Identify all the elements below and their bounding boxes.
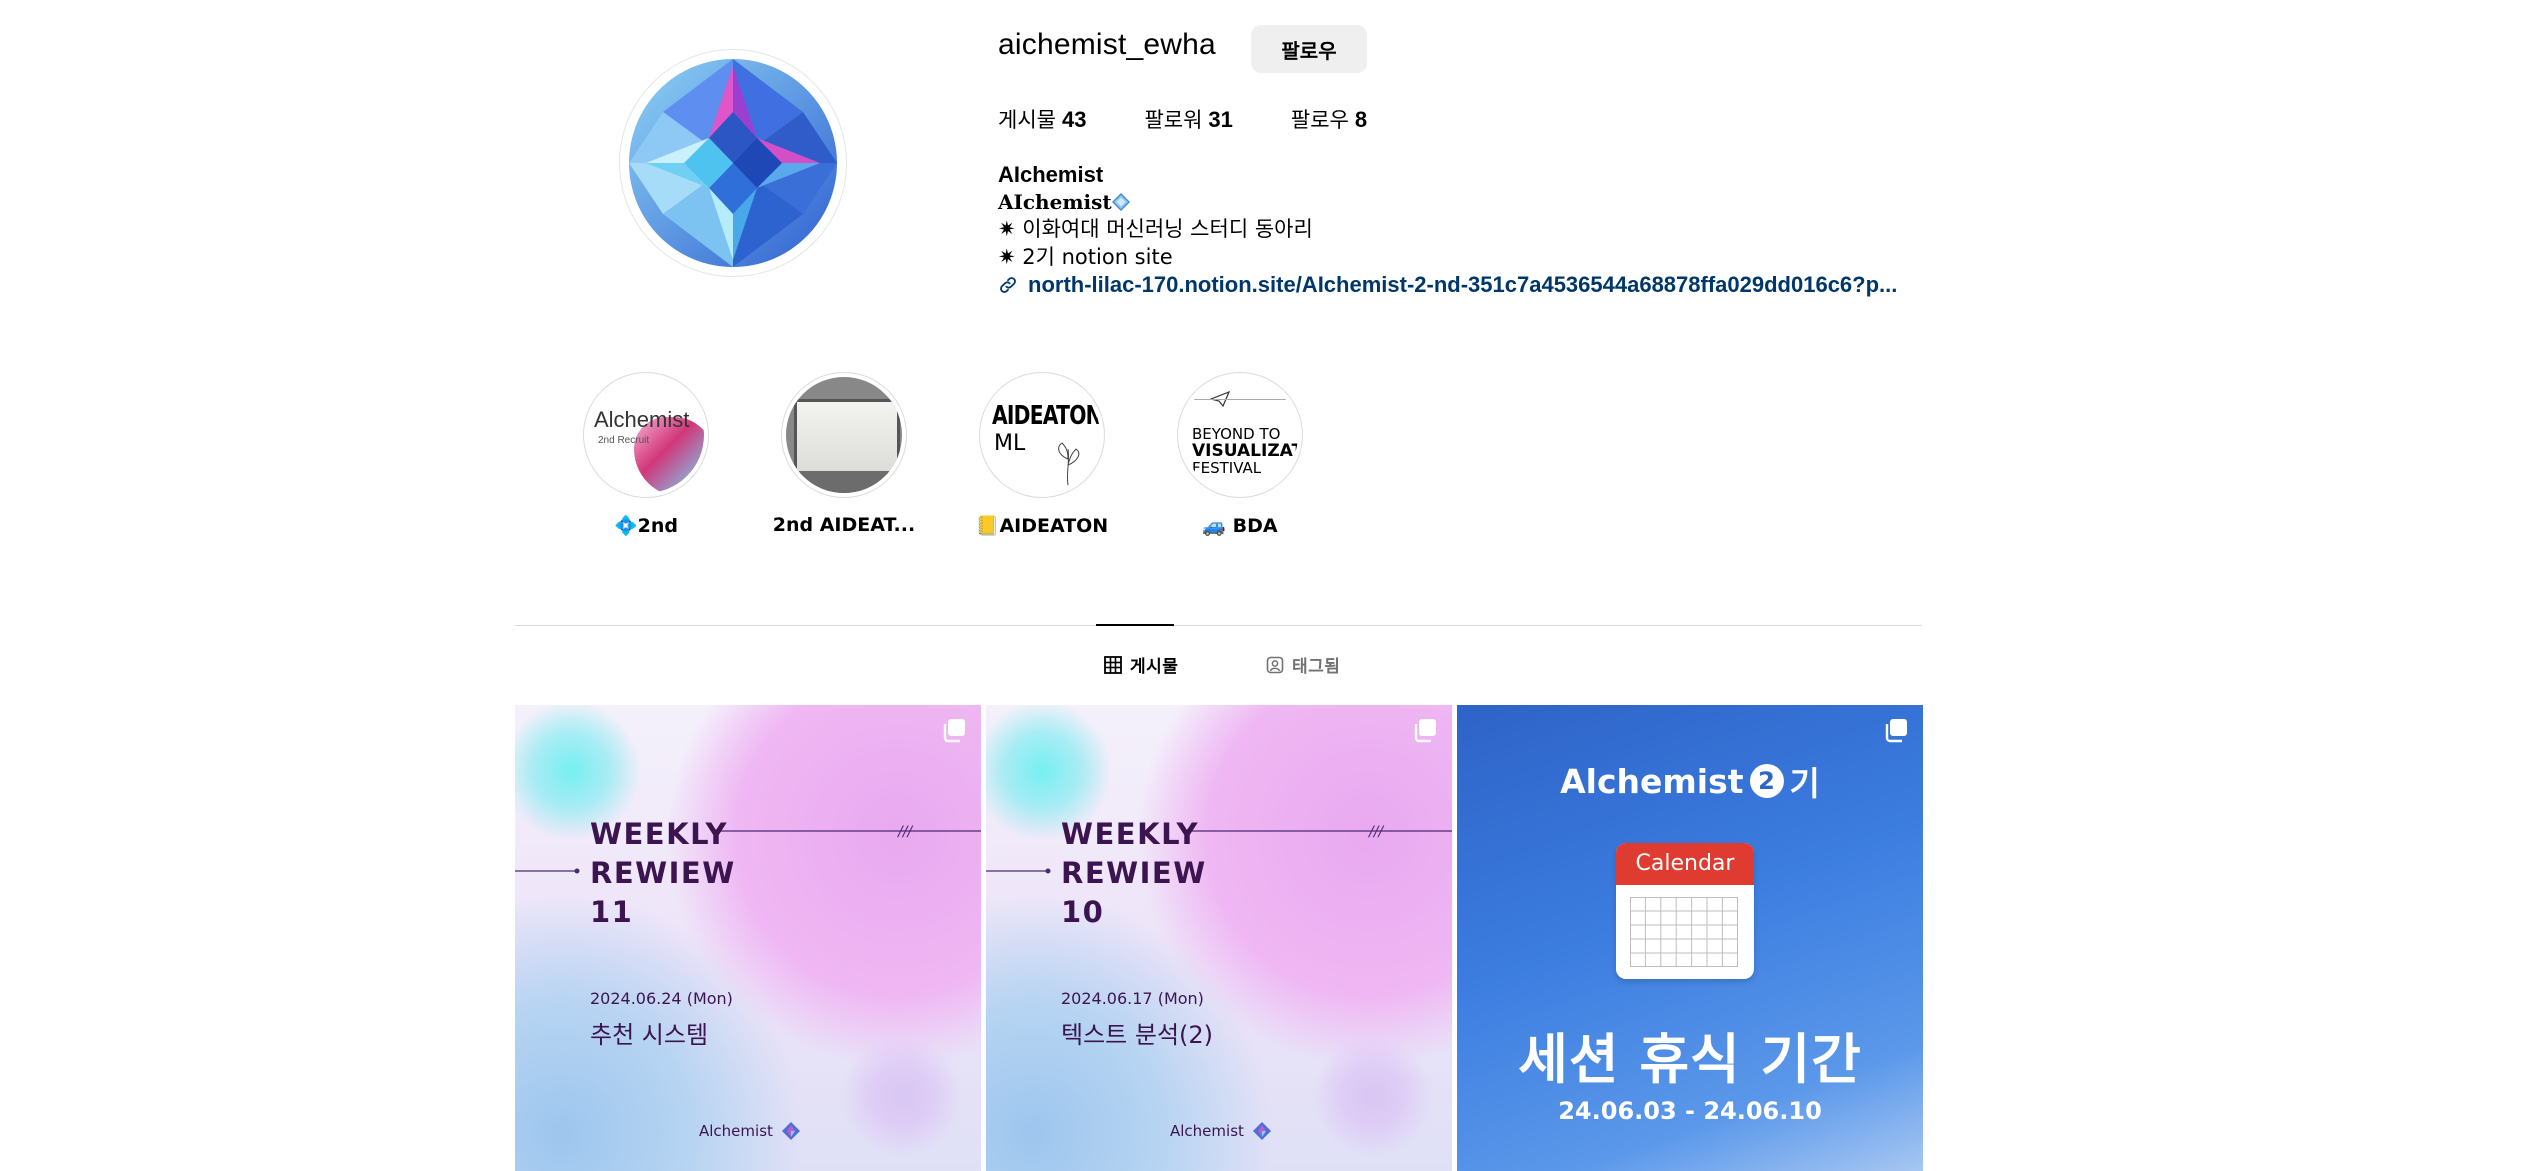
bio-styled-name-row: AIchemist: [998, 189, 1897, 217]
stat-label: 팔로우: [1290, 108, 1349, 132]
stat-value: 8: [1354, 107, 1368, 132]
stat-followers[interactable]: 팔로워 31: [1144, 104, 1232, 134]
highlight-label: 💠2nd: [613, 515, 678, 537]
post-weekly-review-10[interactable]: /// WEEKLY REWIEW 10 2024.06.17 (Mon) 텍스…: [986, 705, 1452, 1171]
follow-button[interactable]: 팔로우: [1251, 25, 1367, 73]
highlight-label: 🚙 BDA: [1202, 515, 1278, 537]
post-title-line: 11: [590, 895, 634, 929]
multiple-images-icon: [1885, 719, 1907, 743]
highlight-2nd-aideaton[interactable]: 2nd AIDEAT...: [764, 372, 924, 536]
stat-following[interactable]: 팔로우 8: [1291, 104, 1367, 134]
highlight-cover-text: Alchemist: [594, 407, 690, 432]
multiple-images-icon: [943, 719, 965, 743]
highlight-aideaton[interactable]: AIDEATON ML 📒AIDEATON: [962, 372, 1122, 537]
link-icon: [1000, 276, 1016, 293]
stat-label: 게시물: [998, 108, 1056, 132]
highlight-art-floor: [786, 471, 902, 493]
tab-label: 게시물: [1130, 657, 1179, 677]
stat-label: 팔로워: [1144, 108, 1203, 132]
highlight-cover: Alchemist 2nd Recruit: [583, 372, 709, 498]
flower-icon: [1058, 442, 1080, 486]
highlight-cover-text-3: FESTIVAL: [1192, 459, 1262, 477]
highlight-cover-text-2: VISUALIZATI: [1192, 441, 1298, 461]
highlight-rule: [1182, 399, 1298, 400]
bio-link[interactable]: north-lilac-170.notion.site/AIchemist-2-…: [998, 271, 1897, 299]
bio-name: AIchemist: [998, 162, 1104, 187]
profile-stats: 게시물 43 팔로워 31 팔로우 8: [998, 104, 1425, 134]
bio-line-2: ✷ 2기 notion site: [998, 244, 1173, 269]
highlight-cover: AIDEATON ML: [979, 372, 1105, 498]
highlight-cover-subtext: ML: [994, 431, 1026, 456]
tagged-icon: [1266, 656, 1284, 673]
post-decor-lines: ///: [515, 824, 981, 874]
post-session-break[interactable]: Alchemist 2 기 Calendar 세션 휴식 기간 24.06.03…: [1457, 705, 1923, 1171]
post-weekly-review-11[interactable]: /// WEEKLY REWIEW 11 2024.06.24 (Mon) 추천…: [515, 705, 981, 1171]
stat-value: 31: [1208, 107, 1233, 132]
highlight-2nd[interactable]: Alchemist 2nd Recruit 💠2nd: [566, 372, 726, 537]
highlight-label: 📒AIDEATON: [975, 515, 1109, 537]
post-date: 24.06.03 - 24.06.10: [1558, 1097, 1822, 1125]
highlight-cover: BEYOND TO VISUALIZATI FESTIVAL: [1177, 372, 1303, 498]
aichemist-logo-icon: [623, 53, 843, 273]
profile-bio: AIchemist AIchemist ✷ 이화여대 머신러닝 스터디 동아리 …: [998, 161, 1897, 299]
highlight-bda[interactable]: BEYOND TO VISUALIZATI FESTIVAL 🚙 BDA: [1160, 372, 1320, 537]
diamond-icon: [1111, 192, 1130, 211]
profile-username: aichemist_ewha: [998, 28, 1216, 61]
active-tab-indicator: [1096, 624, 1174, 626]
post-date: 2024.06.24 (Mon): [590, 989, 733, 1008]
aichemist-small-logo-icon: [781, 1122, 800, 1140]
svg-text:///: ///: [896, 824, 913, 840]
post-title: WEEKLY REWIEW 10: [1061, 815, 1207, 932]
highlight-cover-subtext: 2nd Recruit: [598, 435, 650, 446]
post-brand: Alchemist: [699, 1121, 801, 1141]
post-header-text: Alchemist: [1560, 761, 1744, 801]
post-brand-text: Alchemist: [699, 1122, 773, 1140]
bio-line-1: ✷ 이화여대 머신러닝 스터디 동아리: [998, 217, 1313, 241]
highlight-cover: [781, 372, 907, 498]
post-title: 세션 휴식 기간: [1518, 1028, 1862, 1091]
calendar-grid: [1630, 897, 1738, 967]
post-date: 2024.06.17 (Mon): [1061, 989, 1204, 1008]
post-brand-text: Alchemist: [1170, 1122, 1244, 1140]
tab-label: 태그됨: [1292, 657, 1341, 677]
bio-styled-name: AIchemist: [998, 189, 1112, 214]
highlight-art: [794, 399, 900, 475]
multiple-images-icon: [1414, 719, 1436, 743]
profile-avatar[interactable]: [619, 49, 847, 277]
post-title-line: 10: [1061, 895, 1105, 929]
post-title-line: WEEKLY: [1061, 817, 1200, 851]
post-title-line: REWIEW: [1061, 856, 1207, 890]
post-header: Alchemist 2 기: [1457, 757, 1923, 805]
calendar-icon: Calendar: [1616, 843, 1754, 979]
post-brand: Alchemist: [1170, 1121, 1272, 1141]
post-title-line: WEEKLY: [590, 817, 729, 851]
tab-tagged[interactable]: 태그됨: [1266, 652, 1340, 677]
aichemist-small-logo-icon: [1252, 1122, 1271, 1140]
post-subtitle: 텍스트 분석(2): [1061, 1021, 1214, 1049]
svg-text:///: ///: [1367, 824, 1384, 840]
stat-posts[interactable]: 게시물 43: [998, 104, 1086, 134]
post-title-line: REWIEW: [590, 856, 736, 890]
grid-icon: [1104, 655, 1122, 674]
highlight-label: 2nd AIDEAT...: [772, 514, 916, 536]
highlight-cover-text: AIDEATON: [992, 401, 1100, 431]
post-decor-lines: ///: [986, 824, 1452, 874]
bio-link-text: north-lilac-170.notion.site/AIchemist-2-…: [1028, 272, 1898, 297]
stat-value: 43: [1061, 107, 1087, 132]
post-title: WEEKLY REWIEW 11: [590, 815, 736, 932]
tabs-divider: [515, 625, 1922, 626]
calendar-label: Calendar: [1616, 843, 1754, 885]
post-header-number: 2: [1749, 764, 1784, 798]
tab-posts[interactable]: 게시물: [1104, 652, 1178, 677]
post-header-suffix: 기: [1789, 764, 1820, 803]
post-subtitle: 추천 시스템: [590, 1021, 709, 1049]
